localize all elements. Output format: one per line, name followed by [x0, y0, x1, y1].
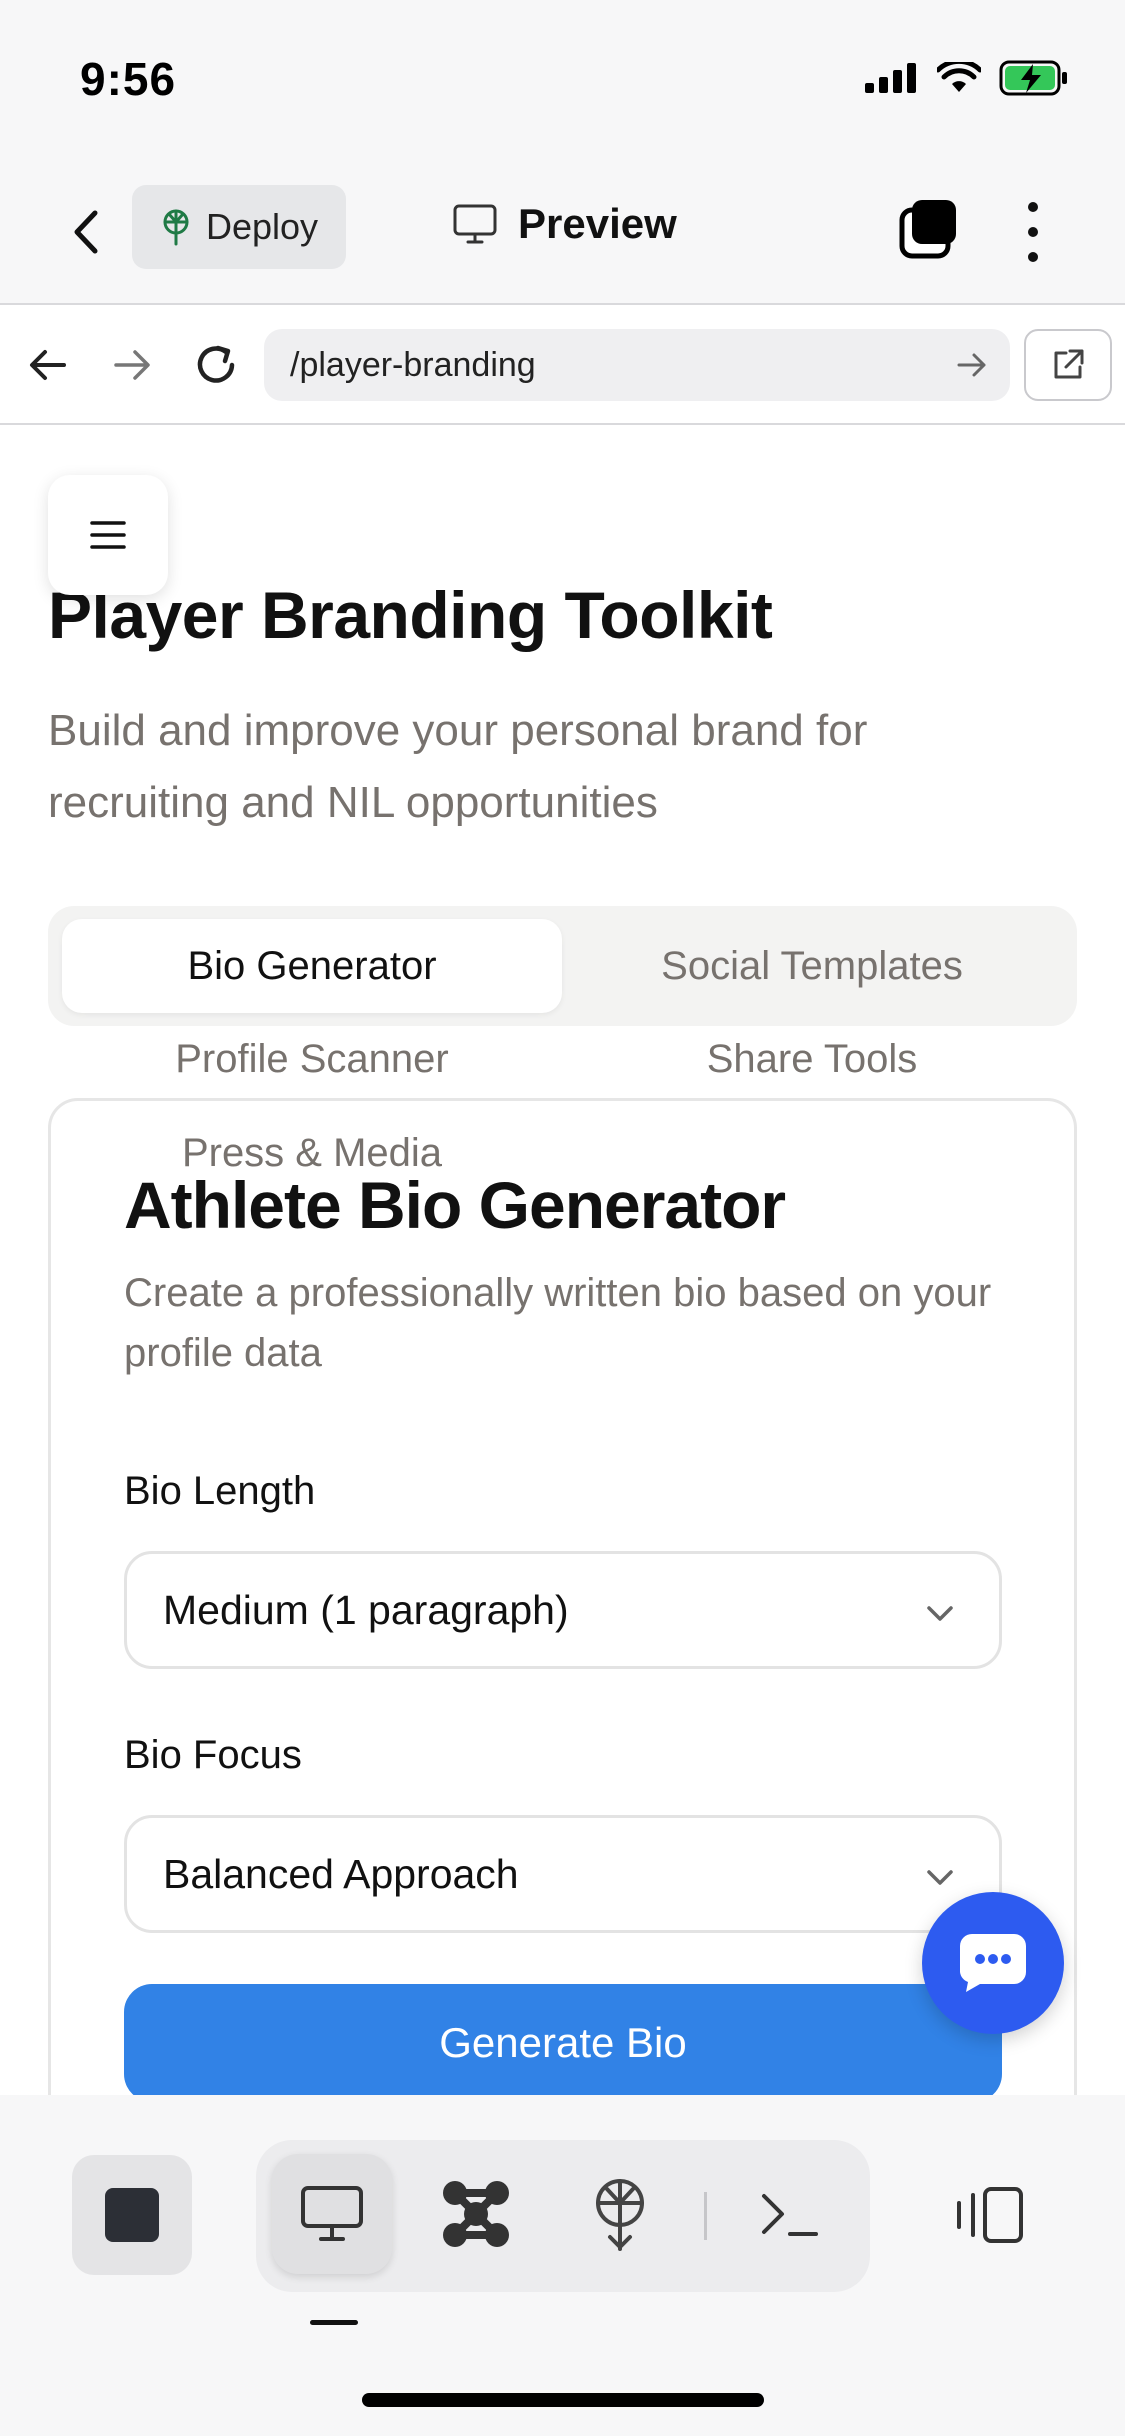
- cellular-signal-icon: [865, 63, 916, 93]
- arrow-left-icon: [30, 350, 66, 380]
- bottom-toolbar: [0, 2095, 1125, 2436]
- browser-url-bar: /player-branding: [0, 305, 1125, 425]
- hamburger-menu-button[interactable]: [48, 475, 168, 595]
- chat-button[interactable]: [922, 1892, 1064, 2034]
- integrations-button[interactable]: [416, 2154, 536, 2274]
- stop-square-icon: [105, 2188, 159, 2242]
- url-text: /player-branding: [290, 345, 536, 384]
- toolbar-divider: [704, 2192, 707, 2240]
- external-link-icon: [1054, 349, 1084, 379]
- active-tab-indicator: [310, 2320, 358, 2325]
- browser-forward-button[interactable]: [104, 337, 160, 393]
- bio-length-value: Medium (1 paragraph): [163, 1586, 569, 1633]
- page-subtitle: Build and improve your personal brand fo…: [48, 706, 868, 827]
- go-arrow-icon[interactable]: [954, 347, 990, 383]
- tab-bio-generator[interactable]: Bio Generator: [62, 919, 562, 1013]
- stacked-squares-icon: [899, 200, 956, 259]
- bio-focus-label: Bio Focus: [124, 1733, 302, 1777]
- bio-length-select[interactable]: Medium (1 paragraph): [124, 1551, 1002, 1669]
- stop-button[interactable]: [72, 2155, 192, 2275]
- preview-tab[interactable]: Preview: [452, 200, 677, 248]
- open-in-new-tab-button[interactable]: [1024, 329, 1112, 401]
- dot-icon: [1028, 202, 1038, 212]
- deploy-antenna-icon: [163, 209, 189, 246]
- dot-icon: [1028, 252, 1038, 262]
- chevron-down-icon: [927, 1606, 953, 1621]
- split-view-button[interactable]: [950, 2175, 1030, 2255]
- tab-share-tools[interactable]: Share Tools: [562, 1027, 1062, 1091]
- browser-reload-button[interactable]: [188, 337, 244, 393]
- view-tool-group: [256, 2140, 870, 2292]
- chevron-down-icon: [927, 1870, 953, 1885]
- wifi-icon: [937, 62, 981, 92]
- tab-profile-scanner[interactable]: Profile Scanner: [62, 1027, 562, 1091]
- status-icons: [865, 60, 1069, 96]
- monitor-icon: [301, 2186, 363, 2241]
- arrow-right-icon: [114, 350, 150, 380]
- dot-icon: [1028, 227, 1038, 237]
- split-panel-icon: [957, 2187, 1023, 2243]
- bio-focus-select[interactable]: Balanced Approach: [124, 1815, 1002, 1933]
- hamburger-icon: [90, 521, 126, 549]
- status-bar: 9:56: [0, 0, 1125, 160]
- monitor-icon: [453, 204, 497, 244]
- app-bar: Deploy Preview: [0, 160, 1125, 305]
- generate-bio-button[interactable]: Generate Bio: [124, 1984, 1002, 2095]
- network-grid-icon: [443, 2181, 509, 2247]
- console-button[interactable]: [730, 2154, 850, 2274]
- tab-press-media[interactable]: Press & Media: [62, 1121, 562, 1185]
- deploy-label: Deploy: [206, 206, 319, 247]
- bio-focus-value: Balanced Approach: [163, 1850, 519, 1897]
- bio-length-label: Bio Length: [124, 1469, 316, 1513]
- tab-social-templates[interactable]: Social Templates: [562, 919, 1062, 1013]
- status-time: 9:56: [80, 53, 177, 105]
- terminal-icon: [762, 2194, 818, 2236]
- chat-bubble-icon: [960, 1934, 1026, 1992]
- battery-charging-icon: [999, 60, 1067, 96]
- deploy-view-button[interactable]: [560, 2154, 680, 2274]
- url-input[interactable]: /player-branding: [264, 329, 1010, 401]
- more-options-button[interactable]: [1018, 196, 1048, 268]
- deploy-antenna-icon: [596, 2179, 644, 2251]
- reload-icon: [197, 345, 235, 383]
- preview-view-button[interactable]: [272, 2154, 392, 2274]
- home-indicator: [362, 2393, 764, 2407]
- chevron-left-icon: [74, 210, 98, 254]
- back-button[interactable]: [62, 202, 110, 262]
- page-content: Player Branding Toolkit Build and improv…: [0, 427, 1125, 2095]
- preview-label: Preview: [518, 200, 677, 247]
- card-description: Create a professionally written bio base…: [124, 1271, 992, 1375]
- browser-back-button[interactable]: [20, 337, 76, 393]
- tabs-switcher-button[interactable]: [898, 198, 960, 260]
- deploy-button[interactable]: Deploy: [132, 185, 346, 269]
